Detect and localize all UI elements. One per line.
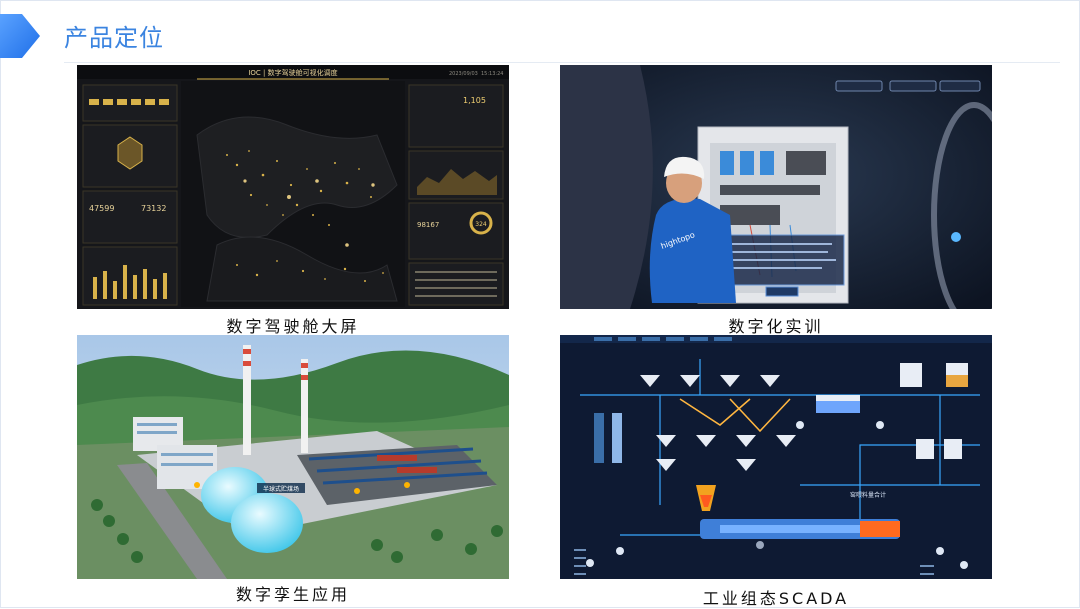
cockpit-date: 2023/09/03 bbox=[449, 71, 478, 77]
cockpit-stat-1: 47599 bbox=[89, 204, 114, 213]
cockpit-header: IOC | 数字驾驶舱可视化调度 bbox=[248, 68, 337, 77]
dome-label: 半球式贮煤场 bbox=[263, 485, 299, 493]
caption-training: 数字化实训 bbox=[728, 317, 824, 336]
page-title: 产品定位 bbox=[64, 24, 164, 52]
caption-digital-twin: 数字孪生应用 bbox=[235, 585, 350, 604]
scada-flow-label: 窑喂料量合计 bbox=[850, 491, 886, 499]
cockpit-stat-2: 73132 bbox=[141, 204, 166, 213]
title-divider bbox=[64, 62, 1060, 63]
cockpit-time: 15:13:24 bbox=[481, 71, 503, 77]
caption-cockpit: 数字驾驶舱大屏 bbox=[226, 317, 360, 336]
cockpit-stat-5: 324 bbox=[475, 221, 487, 228]
cockpit-stat-3: 1,105 bbox=[463, 96, 486, 105]
caption-scada: 工业组态SCADA bbox=[702, 589, 850, 608]
digital-twin-screenshot: 半球式贮煤场 bbox=[77, 335, 509, 579]
training-screenshot: hightopo bbox=[560, 65, 992, 309]
cockpit-screenshot: IOC | 数字驾驶舱可视化调度 2023/09/03 15:13:24 475… bbox=[77, 65, 509, 309]
cockpit-stat-4: 98167 bbox=[417, 221, 439, 229]
scada-screenshot: 窑喂料量合计 bbox=[560, 335, 992, 579]
brand-arrow-icon bbox=[0, 14, 40, 58]
